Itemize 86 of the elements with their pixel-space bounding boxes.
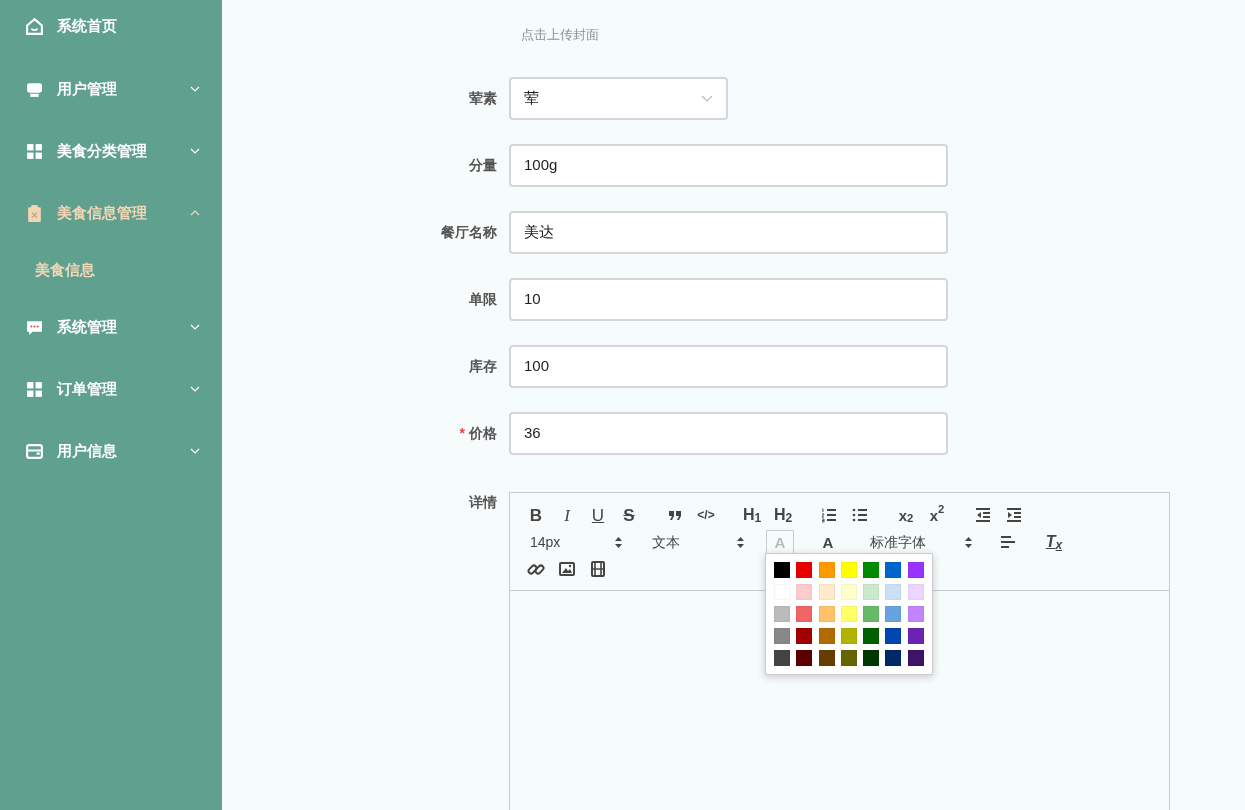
color-swatch[interactable] [885,606,902,622]
color-swatch[interactable] [796,628,813,644]
outdent-icon[interactable] [974,506,992,524]
color-swatch[interactable] [796,606,813,622]
field-label: 单限 [469,290,497,309]
color-swatch[interactable] [907,584,924,600]
color-swatch[interactable] [885,562,902,578]
color-swatch[interactable] [774,650,790,666]
heading-button[interactable]: H$_{2}$ [769,503,797,527]
chevron-icon [190,210,200,216]
chevron-icon [190,86,200,92]
italic-button[interactable]: I [553,503,581,527]
color-swatch[interactable] [840,584,857,600]
color-swatch[interactable] [863,606,880,622]
color-swatch[interactable] [863,628,880,644]
required-mark: * [459,424,465,443]
color-swatch[interactable] [818,562,835,578]
clipboard-icon [25,203,44,223]
home-icon [25,16,44,36]
color-swatch[interactable] [796,584,813,600]
card-icon [25,441,44,461]
heading-button[interactable]: H$_{1}$ [738,503,766,527]
field-label: 库存 [469,357,497,376]
field-label: 详情 [469,494,497,510]
color-swatch[interactable] [863,650,880,666]
updown-icon [615,536,622,548]
input-field[interactable]: 美达 [509,211,948,254]
film-icon[interactable] [589,560,607,578]
color-swatch[interactable] [796,562,813,578]
color-swatch[interactable] [818,628,835,644]
color-swatch[interactable] [796,650,813,666]
dropdown[interactable]: 14px [522,530,630,554]
code-button[interactable]: </> [692,503,720,527]
color-swatch[interactable] [818,650,835,666]
grid-icon [25,141,44,161]
color-swatch[interactable] [885,584,902,600]
color-swatch[interactable] [863,562,880,578]
color-swatch[interactable] [818,584,835,600]
color-swatch[interactable] [907,606,924,622]
grid-icon [25,379,44,399]
input-field[interactable]: 10 [509,278,948,321]
color-swatch[interactable] [774,628,790,644]
image-icon[interactable] [558,560,576,578]
field-label: 价格 [469,424,497,443]
input-field[interactable]: 100g [509,144,948,187]
color-swatch[interactable] [863,584,880,600]
align-icon[interactable] [999,533,1017,551]
updown-icon [965,536,972,548]
background-color-button[interactable]: A [814,530,842,554]
chevron-icon [190,448,200,454]
color-swatch[interactable] [774,562,790,578]
script-button[interactable]: x$^{2}$ [923,503,951,527]
color-swatch[interactable] [907,628,924,644]
numbered-list-icon[interactable] [820,506,838,524]
color-swatch[interactable] [774,606,790,622]
dropdown[interactable]: 文本 [644,530,752,554]
color-swatch[interactable] [840,650,857,666]
select-field[interactable]: 荤 [509,77,728,120]
bold-button[interactable]: B [522,503,550,527]
color-swatch[interactable] [818,606,835,622]
select-value: 荤 [524,88,539,109]
color-swatch[interactable] [885,650,902,666]
updown-icon [737,536,744,548]
underline-button[interactable]: U [584,503,612,527]
dropdown[interactable]: 标准字体 [862,530,980,554]
clear-format-button[interactable]: T$_{x}$ [1040,530,1068,554]
chevron-icon [190,386,200,392]
field-label: 分量 [469,156,497,175]
chevron-icon [190,324,200,330]
input-field[interactable]: 100 [509,345,948,388]
color-swatch[interactable] [840,628,857,644]
script-button[interactable]: x$_{2}$ [892,503,920,527]
indent-icon[interactable] [1005,506,1023,524]
chevron-icon [701,95,713,102]
strikethrough-button[interactable]: S [615,503,643,527]
color-swatch[interactable] [907,562,924,578]
chevron-icon [190,148,200,154]
field-label: 荤素 [469,89,497,108]
color-swatch[interactable] [840,606,857,622]
upload-hint: 点击上传封面 [521,26,600,43]
color-swatch[interactable] [840,562,857,578]
field-label: 餐厅名称 [441,223,497,242]
input-field[interactable]: 36 [509,412,948,455]
color-swatch[interactable] [907,650,924,666]
bullet-list-icon[interactable] [851,506,869,524]
color-swatch[interactable] [885,628,902,644]
